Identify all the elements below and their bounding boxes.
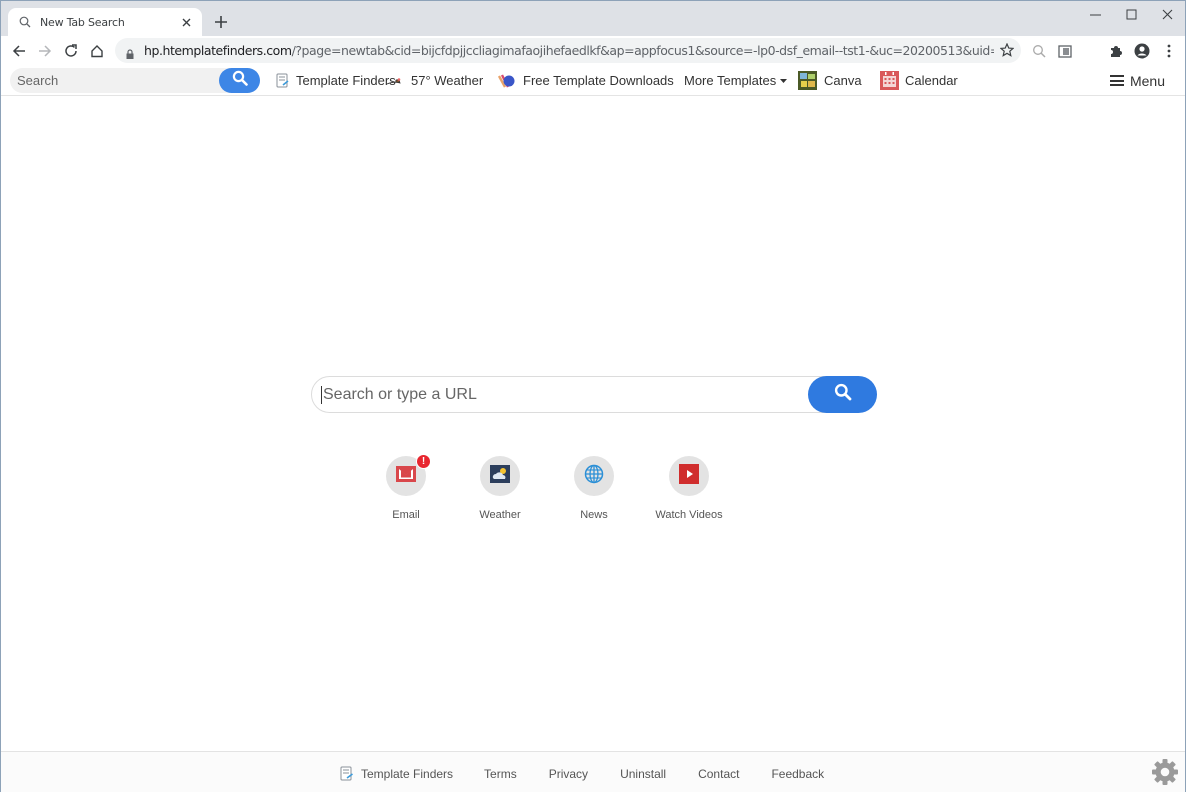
template-finders-label: Template Finders	[296, 73, 396, 88]
url-text[interactable]: hp.htemplatefinders.com/?page=newtab&cid…	[144, 43, 994, 58]
tile-watch-videos-label: Watch Videos	[655, 509, 723, 521]
template-finders-icon	[340, 766, 354, 781]
extension-search-box	[10, 68, 260, 93]
profile-avatar-icon[interactable]	[1134, 43, 1150, 59]
search-icon	[18, 15, 32, 29]
tab-title: New Tab Search	[40, 15, 125, 29]
main-search-field	[311, 376, 851, 413]
browser-window: New Tab Search hp.htemplatefinders.com/?…	[0, 0, 1186, 792]
extension-search-button[interactable]	[219, 68, 260, 93]
close-window-button[interactable]	[1149, 1, 1185, 27]
url-path: /?page=newtab&cid=bijcfdpjjccliagimafaoj…	[291, 43, 994, 58]
calendar-link[interactable]: Calendar	[880, 69, 958, 92]
zoom-icon[interactable]	[1031, 43, 1047, 59]
maximize-button[interactable]	[1113, 1, 1149, 27]
extension-toolbar: Template Finders 57° Weather Free Templa…	[1, 65, 1185, 96]
address-bar[interactable]: hp.htemplatefinders.com/?page=newtab&cid…	[115, 38, 1021, 63]
forward-button[interactable]	[34, 40, 56, 62]
tile-weather[interactable]: Weather	[460, 456, 540, 521]
back-button[interactable]	[8, 40, 30, 62]
footer-feedback-link[interactable]: Feedback	[771, 767, 824, 781]
main-search-button[interactable]	[808, 376, 877, 413]
footer-terms-link[interactable]: Terms	[484, 767, 517, 781]
browser-menu-icon[interactable]	[1161, 43, 1177, 59]
more-templates-label: More Templates	[684, 73, 777, 88]
main-search-input[interactable]	[321, 385, 801, 404]
tile-news-label: News	[580, 509, 608, 521]
browser-toolbar: hp.htemplatefinders.com/?page=newtab&cid…	[1, 36, 1185, 65]
tile-weather-circle	[480, 456, 520, 496]
bookmark-star-icon[interactable]	[999, 42, 1015, 57]
globe-icon	[584, 464, 604, 489]
calendar-label: Calendar	[905, 73, 958, 88]
tile-email-circle: !	[386, 454, 431, 496]
calendar-icon	[880, 71, 899, 90]
caret-down-icon	[780, 78, 788, 83]
url-host: hp.htemplatefinders.com	[144, 43, 292, 58]
template-finders-link[interactable]: Template Finders	[276, 69, 396, 92]
canva-icon	[798, 71, 817, 90]
tile-email-label: Email	[392, 509, 420, 521]
template-finders-icon	[276, 73, 289, 88]
video-play-icon	[679, 463, 699, 489]
tile-email[interactable]: ! Email	[366, 454, 446, 521]
minimize-button[interactable]	[1077, 1, 1113, 27]
footer-brand-link[interactable]: Template Finders	[361, 767, 453, 781]
email-alert-badge: !	[416, 454, 431, 469]
menu-button[interactable]: Menu	[1109, 69, 1165, 92]
main-search-bar	[311, 376, 877, 413]
more-templates-dropdown[interactable]: More Templates	[684, 69, 788, 92]
footer-privacy-link[interactable]: Privacy	[549, 767, 588, 781]
tab-strip: New Tab Search	[1, 1, 1185, 36]
extensions-puzzle-icon[interactable]	[1108, 43, 1124, 59]
tile-watch-videos[interactable]: Watch Videos	[649, 456, 729, 521]
settings-gear-icon[interactable]	[1151, 758, 1179, 786]
weather-icon	[490, 464, 510, 488]
canva-link[interactable]: Canva	[798, 69, 862, 92]
free-template-downloads-label: Free Template Downloads	[523, 73, 674, 88]
weather-link[interactable]: 57° Weather	[386, 69, 483, 92]
tile-news-circle	[574, 456, 614, 496]
free-template-downloads-link[interactable]: Free Template Downloads	[497, 69, 674, 92]
footer-links: Template Finders Terms Privacy Uninstall…	[340, 766, 824, 781]
footer-uninstall-link[interactable]: Uninstall	[620, 767, 666, 781]
tile-watch-videos-circle	[669, 456, 709, 496]
tab-new-tab-search[interactable]: New Tab Search	[8, 8, 202, 36]
tile-weather-label: Weather	[479, 509, 521, 521]
footer: Template Finders Terms Privacy Uninstall…	[1, 751, 1185, 792]
email-icon	[396, 465, 416, 487]
lock-icon	[125, 46, 135, 59]
search-icon	[232, 70, 248, 91]
quick-links: ! Email Weather News Watch Videos	[366, 454, 746, 526]
canva-label: Canva	[824, 73, 862, 88]
tab-close-icon[interactable]	[178, 14, 194, 30]
home-button[interactable]	[86, 40, 108, 62]
weather-icon	[386, 76, 402, 86]
menu-label: Menu	[1129, 72, 1165, 89]
hamburger-icon	[1109, 75, 1124, 86]
extension-search-input[interactable]	[10, 73, 210, 88]
weather-label: 57° Weather	[411, 73, 484, 88]
search-icon	[834, 383, 852, 406]
tile-news[interactable]: News	[554, 456, 634, 521]
reload-button[interactable]	[60, 40, 82, 62]
footer-contact-link[interactable]: Contact	[698, 767, 739, 781]
new-tab-button[interactable]	[211, 12, 231, 32]
extension-reader-icon[interactable]	[1057, 43, 1073, 59]
free-template-downloads-icon	[497, 72, 515, 90]
